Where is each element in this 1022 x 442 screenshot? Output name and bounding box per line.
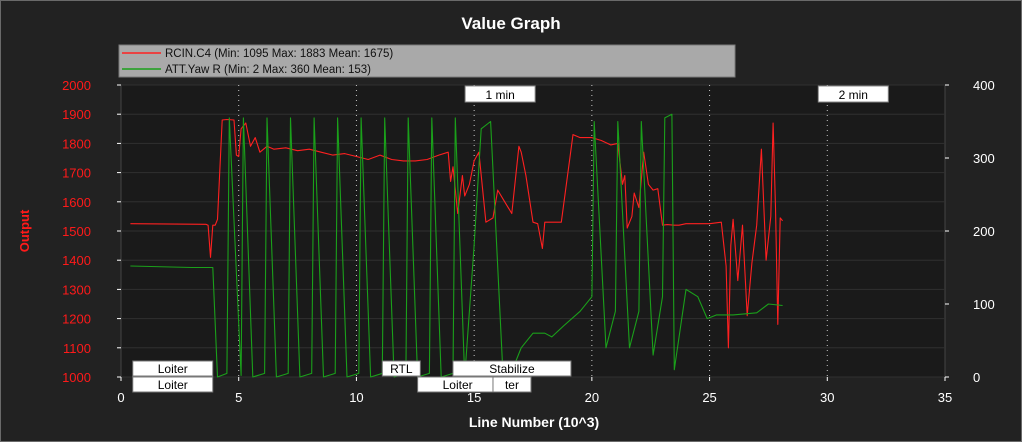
x-tick-label: 35 <box>938 390 952 405</box>
chart-frame: Value Graph 1 min 2 min 1000 1100 1200 1300 1… <box>0 0 1022 442</box>
mode-label-text: Loiter <box>158 378 188 392</box>
y-tick-label: 2000 <box>62 78 91 93</box>
y2-tick-label: 400 <box>973 78 995 93</box>
y-tick-label: 1100 <box>63 341 91 356</box>
x-tick-label: 30 <box>820 390 834 405</box>
x-tick-label: 0 <box>117 390 124 405</box>
x-tick-label: 20 <box>585 390 599 405</box>
x-tick-label: 5 <box>235 390 242 405</box>
legend: RCIN.C4 (Min: 1095 Max: 1883 Mean: 1675)… <box>118 44 736 78</box>
mode-label-text: ter <box>505 378 519 392</box>
mode-label-text: Stabilize <box>489 362 535 376</box>
y-tick-label: 1300 <box>62 282 91 297</box>
y-tick-label: 1500 <box>62 224 91 239</box>
x-tick-label: 25 <box>702 390 716 405</box>
y-tick-label: 1700 <box>62 166 91 181</box>
chart-title: Value Graph <box>461 14 560 33</box>
value-graph-chart: Value Graph 1 min 2 min 10001100120013001… <box>17 14 995 430</box>
x-axis-title: Line Number (10^3) <box>469 414 599 430</box>
y-tick-label: 1800 <box>62 136 91 151</box>
legend-label-rcin: RCIN.C4 (Min: 1095 Max: 1883 Mean: 1675) <box>165 48 393 60</box>
mode-label-text: Loiter <box>443 378 473 392</box>
y-tick-label: 1600 <box>62 195 91 210</box>
legend-label-att-yaw: ATT.Yaw R (Min: 2 Max: 360 Mean: 153) <box>165 64 371 76</box>
time-marker-label: 2 min <box>839 88 868 102</box>
y-tick-label: 1200 <box>62 312 91 327</box>
y-tick-label: 1000 <box>62 370 91 385</box>
y2-tick-label: 100 <box>973 297 995 312</box>
y2-tick-label: 0 <box>973 370 980 385</box>
x-tick-label: 10 <box>349 390 363 405</box>
y2-tick-label: 200 <box>973 224 995 239</box>
y-tick-label: 1900 <box>62 107 91 122</box>
y-axis-title: Output <box>17 209 32 252</box>
mode-label-text: RTL <box>390 362 413 376</box>
mode-label-text: Loiter <box>158 362 188 376</box>
time-marker-label: 1 min <box>485 88 514 102</box>
y-tick-label: 1400 <box>62 253 91 268</box>
y2-tick-label: 300 <box>973 151 995 166</box>
